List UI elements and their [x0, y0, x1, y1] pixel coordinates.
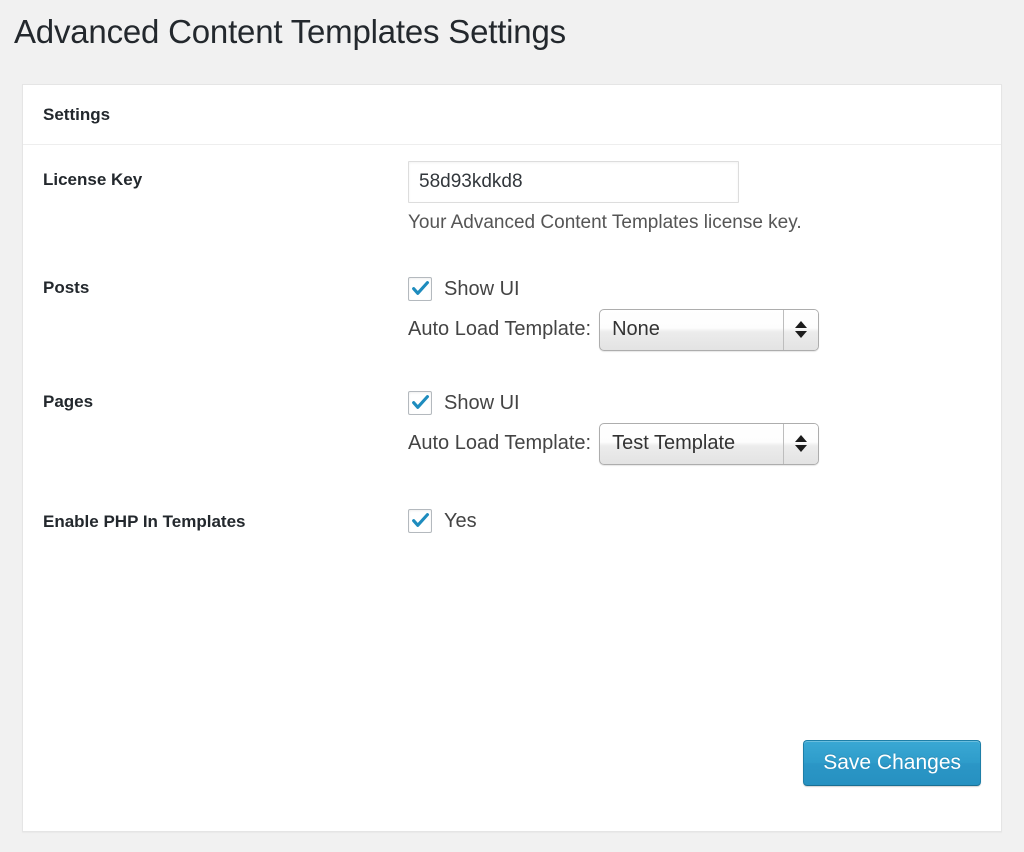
php-field-cell: Yes	[408, 485, 1001, 559]
table-row-enable-php: Enable PHP In Templates Yes	[23, 485, 1001, 559]
enable-php-checkbox[interactable]	[408, 508, 432, 533]
php-label-cell: Enable PHP In Templates	[23, 485, 408, 559]
pages-auto-load-row: Auto Load Template: Test Template	[408, 422, 981, 465]
posts-show-ui-row[interactable]: Show UI	[408, 276, 981, 301]
license-label-cell: License Key	[23, 145, 408, 257]
panel-header-title: Settings	[43, 104, 111, 124]
table-row-license: License Key Your Advanced Content Templa…	[23, 145, 1001, 257]
table-row-pages: Pages Show UI Auto Load Template: Test T…	[23, 371, 1001, 485]
license-key-label: License Key	[43, 170, 143, 189]
posts-label-cell: Posts	[23, 257, 408, 371]
posts-auto-load-row: Auto Load Template: None	[408, 308, 981, 351]
settings-form-table: License Key Your Advanced Content Templa…	[23, 145, 1001, 559]
pages-show-ui-row[interactable]: Show UI	[408, 390, 981, 415]
table-row-posts: Posts Show UI Auto Load Template: None	[23, 257, 1001, 371]
posts-auto-load-caption: Auto Load Template:	[408, 318, 592, 341]
save-changes-button[interactable]: Save Changes	[803, 739, 981, 786]
posts-auto-load-select[interactable]: None	[599, 308, 820, 351]
check-icon	[412, 513, 430, 527]
pages-auto-load-select[interactable]: Test Template	[599, 422, 820, 465]
settings-panel: Settings License Key Your Advanced Conte…	[22, 84, 1002, 832]
submit-area: Save Changes	[803, 739, 981, 786]
posts-show-ui-label: Show UI	[444, 277, 520, 300]
enable-php-yes-label: Yes	[444, 509, 477, 532]
pages-auto-load-value: Test Template	[612, 432, 736, 455]
pages-auto-load-caption: Auto Load Template:	[408, 432, 592, 455]
posts-field-cell: Show UI Auto Load Template: None	[408, 257, 1001, 371]
chevron-down-icon	[795, 331, 808, 339]
pages-show-ui-label: Show UI	[444, 391, 520, 414]
license-key-input[interactable]	[408, 161, 739, 203]
pages-show-ui-checkbox[interactable]	[408, 390, 432, 415]
pages-field-cell: Show UI Auto Load Template: Test Templat…	[408, 371, 1001, 485]
check-icon	[412, 281, 430, 295]
sort-arrows-icon	[783, 309, 819, 350]
posts-show-ui-checkbox[interactable]	[408, 276, 432, 301]
pages-label-cell: Pages	[23, 371, 408, 485]
enable-php-label: Enable PHP In Templates	[43, 511, 246, 531]
enable-php-row[interactable]: Yes	[408, 508, 981, 533]
pages-label: Pages	[43, 391, 94, 411]
page-title: Advanced Content Templates Settings	[14, 13, 566, 50]
sort-arrows-icon	[783, 423, 819, 464]
check-icon	[412, 395, 430, 409]
posts-label: Posts	[43, 277, 90, 297]
license-key-description: Your Advanced Content Templates license …	[408, 212, 802, 233]
chevron-down-icon	[795, 445, 808, 453]
chevron-up-icon	[795, 435, 808, 443]
license-field-cell: Your Advanced Content Templates license …	[408, 145, 1001, 257]
chevron-up-icon	[795, 321, 808, 329]
panel-header: Settings	[23, 85, 1001, 145]
posts-auto-load-value: None	[612, 318, 660, 341]
